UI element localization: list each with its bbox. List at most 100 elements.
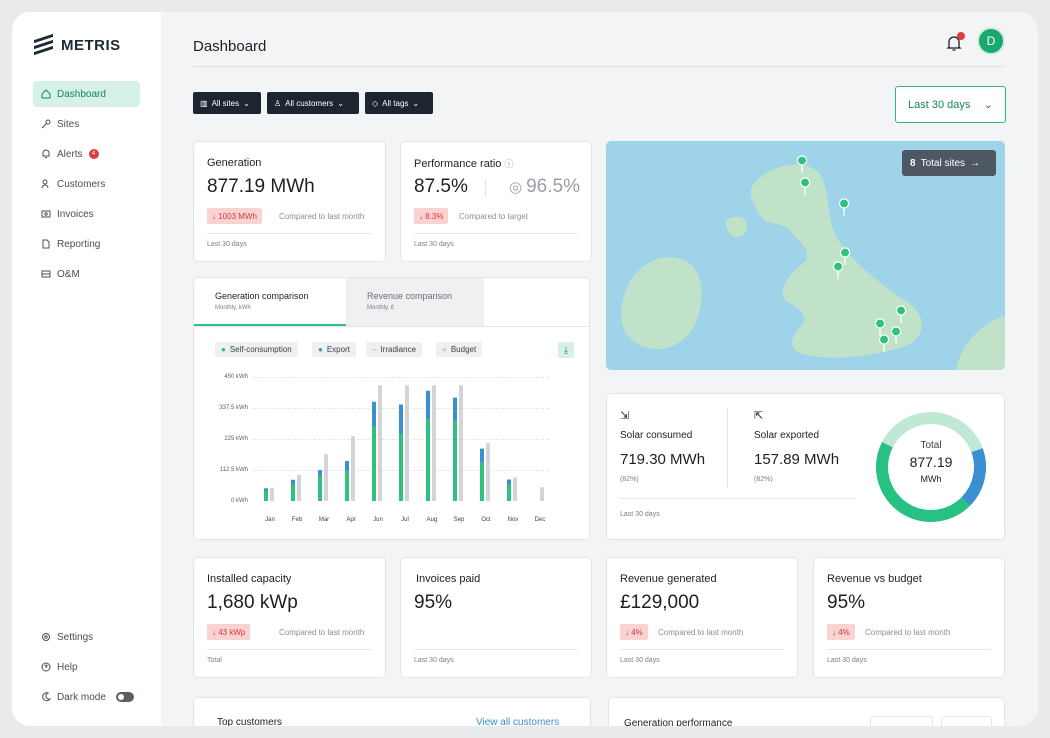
view-all-customers-link[interactable]: View all customers [476, 717, 559, 726]
delta-badge: ↓ 4% [827, 624, 855, 640]
divider [620, 649, 784, 650]
bar-budget[interactable] [540, 487, 544, 501]
sidebar-item-reporting[interactable]: Reporting [33, 231, 140, 257]
kpi-title: Performance ratio ⓘ [414, 157, 514, 170]
bar-export[interactable] [507, 479, 511, 485]
sidebar-bottom: Settings Help Dark mode [33, 624, 140, 714]
performance-ratio-card: Performance ratio ⓘ 87.5% ◎ 96.5% ↓ 8.3%… [400, 141, 592, 262]
invoice-icon [41, 210, 51, 218]
bar-budget[interactable] [405, 385, 409, 501]
compare-text: Compared to last month [279, 628, 365, 637]
bar-budget[interactable] [378, 385, 382, 501]
sidebar-item-sites[interactable]: Sites [33, 111, 140, 137]
target-icon: ◎ [509, 179, 523, 196]
target-value-text: 96.5% [526, 176, 580, 197]
date-picker-button[interactable] [870, 716, 933, 726]
building-icon: ▥ [200, 98, 208, 108]
invoices-paid-card: Invoices paid 95% Last 30 days [400, 557, 592, 678]
kpi-title: Invoices paid [416, 573, 481, 585]
sidebar-item-label: Dark mode [57, 691, 106, 703]
bar-export[interactable] [318, 470, 322, 477]
solar-split-card: ⇲ Solar consumed 719.30 MWh (82%) ⇱ Sola… [606, 393, 1005, 540]
bar-budget[interactable] [432, 385, 436, 501]
sidebar-item-invoices[interactable]: Invoices [33, 201, 140, 227]
bar-self-consumption[interactable] [453, 421, 457, 501]
logo[interactable]: METRIS [34, 33, 121, 56]
bar-self-consumption[interactable] [318, 476, 322, 501]
bar-budget[interactable] [486, 443, 490, 501]
compare-text: Compared to last month [279, 212, 365, 221]
view-select[interactable] [941, 716, 992, 726]
bar-self-consumption[interactable] [399, 433, 403, 501]
bar-export[interactable] [345, 461, 349, 471]
solar-consumed-title: Solar consumed [620, 430, 693, 441]
sidebar-item-help[interactable]: Help [33, 654, 140, 680]
date-range-label: Last 30 days [908, 98, 971, 111]
bar-budget[interactable] [513, 477, 517, 501]
bar-budget[interactable] [297, 474, 301, 501]
kpi-title: Revenue vs budget [827, 573, 922, 585]
divider [827, 649, 991, 650]
bar-budget[interactable] [459, 385, 463, 501]
bar-budget[interactable] [351, 436, 355, 501]
sidebar-item-dashboard[interactable]: Dashboard [33, 81, 140, 107]
sidebar-item-label: O&M [57, 268, 80, 280]
sidebar-item-alerts[interactable]: Alerts 4 [33, 141, 140, 167]
solar-exported-title: Solar exported [754, 430, 820, 441]
bar-self-consumption[interactable] [372, 426, 376, 501]
x-tick-label: Nov [507, 517, 519, 523]
kpi-value: 95% [827, 592, 866, 613]
bar-export[interactable] [264, 488, 268, 491]
x-tick-label: Oct [481, 517, 491, 523]
divider [207, 233, 372, 234]
dark-mode-toggle[interactable] [115, 692, 134, 702]
kpi-value: 877.19 MWh [207, 176, 315, 197]
solar-exported-pct: (82%) [754, 476, 773, 483]
avatar[interactable]: D [977, 27, 1005, 55]
bar-self-consumption[interactable] [507, 484, 511, 501]
total-sites-chip[interactable]: 8 Total sites → [902, 150, 996, 176]
sites-map[interactable]: 8 Total sites → [606, 141, 1005, 370]
bar-budget[interactable] [324, 454, 328, 501]
sidebar-item-label: Alerts [57, 148, 83, 160]
kpi-value: 95% [414, 592, 453, 613]
bar-export[interactable] [480, 448, 484, 463]
date-range-select[interactable]: Last 30 days ⌄ [895, 86, 1006, 123]
x-tick-label: Jul [401, 517, 409, 523]
sidebar-item-customers[interactable]: Customers [33, 171, 140, 197]
x-tick-label: Apr [346, 517, 356, 523]
sidebar: METRIS Dashboard Sites Alerts 4 Customer… [12, 12, 161, 726]
bar-self-consumption[interactable] [426, 419, 430, 501]
sidebar-item-om[interactable]: O&M [33, 261, 140, 287]
notification-badge [957, 32, 965, 40]
sites-filter[interactable]: ▥ All sites ⌄ [193, 92, 261, 114]
tags-filter[interactable]: ◇ All tags ⌄ [365, 92, 433, 114]
bar-export[interactable] [399, 404, 403, 434]
solar-consumed-value: 719.30 MWh [620, 451, 706, 468]
bell-icon [42, 149, 50, 158]
top-customers-card: Top customers View all customers [193, 697, 591, 726]
bar-self-consumption[interactable] [291, 484, 295, 501]
bar-export[interactable] [372, 401, 376, 427]
donut-center: Total 877.19 MWh [875, 440, 987, 484]
customers-filter[interactable]: ♙ All customers ⌄ [267, 92, 359, 114]
bar-export[interactable] [426, 390, 430, 420]
bar-self-consumption[interactable] [480, 462, 484, 501]
bar-export[interactable] [291, 479, 295, 485]
period-text: Last 30 days [207, 241, 247, 248]
bar-budget[interactable] [270, 487, 274, 501]
user-icon: ♙ [274, 98, 282, 108]
bar-self-consumption[interactable] [345, 470, 349, 501]
sidebar-item-label: Dashboard [57, 88, 106, 100]
kpi-value: 87.5% [414, 176, 468, 197]
home-icon [41, 89, 51, 99]
gear-icon [42, 633, 50, 641]
kpi-title: Generation [207, 157, 262, 169]
period-text: Last 30 days [620, 511, 660, 518]
sites-filter-label: All sites [211, 98, 240, 108]
bar-export[interactable] [453, 397, 457, 422]
chevron-down-icon: ⌄ [412, 98, 420, 108]
sidebar-item-settings[interactable]: Settings [33, 624, 140, 650]
info-icon[interactable]: ⓘ [505, 159, 514, 169]
bar-self-consumption[interactable] [264, 490, 268, 501]
